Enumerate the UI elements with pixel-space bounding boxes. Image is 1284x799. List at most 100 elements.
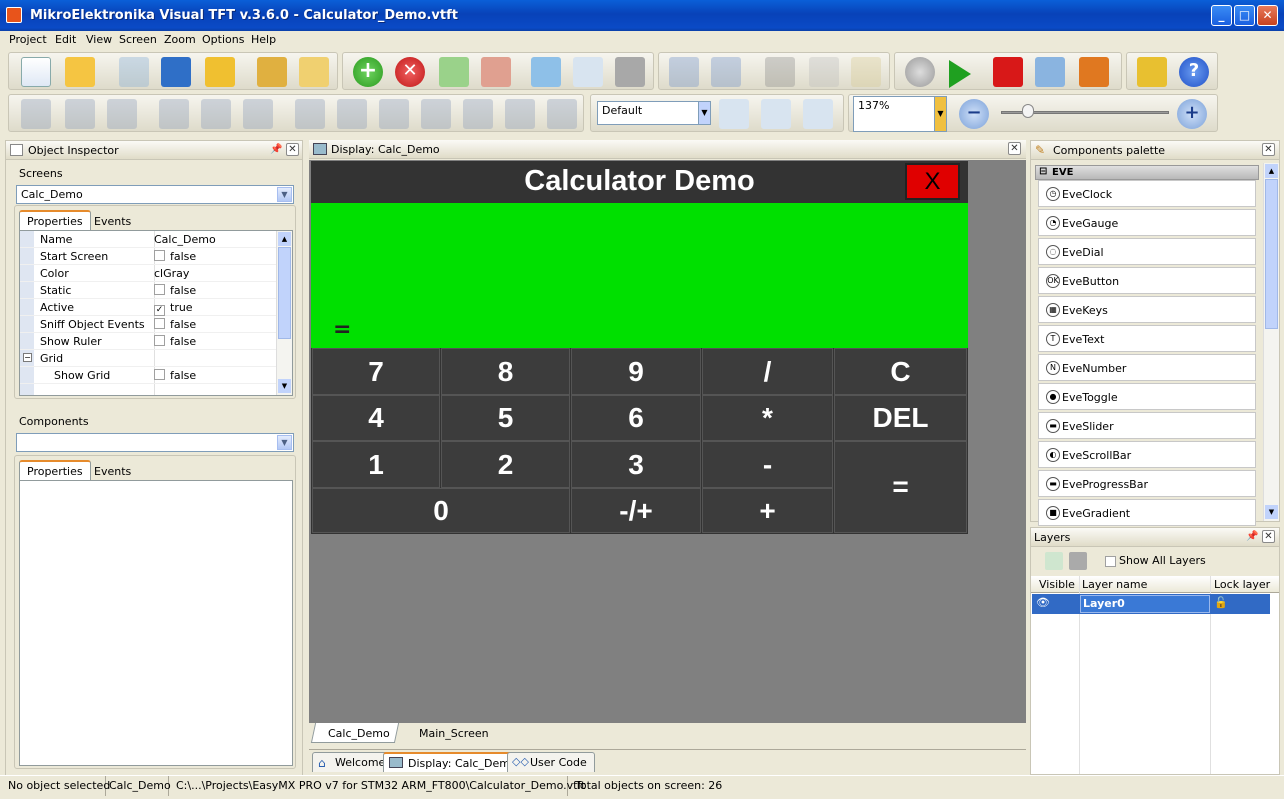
import-icon[interactable]	[257, 57, 287, 87]
align-center-icon[interactable]	[107, 99, 137, 129]
palette-item-evegauge[interactable]: ◔ EveGauge	[1038, 209, 1256, 236]
key-6[interactable]: 6	[571, 395, 701, 441]
project-settings-icon[interactable]	[1035, 57, 1065, 87]
menu-edit[interactable]: Edit	[55, 33, 76, 46]
tools-icon[interactable]	[1079, 57, 1109, 87]
key-2[interactable]: 2	[441, 441, 570, 488]
menu-zoom[interactable]: Zoom	[164, 33, 196, 46]
checkbox[interactable]	[154, 369, 165, 380]
same-size-icon[interactable]	[379, 99, 409, 129]
lock-icon[interactable]: 🔓	[1214, 596, 1228, 609]
chevron-down-icon[interactable]: ▼	[698, 102, 710, 124]
cut-icon[interactable]	[765, 57, 795, 87]
property-value[interactable]: false	[154, 250, 196, 263]
palette-item-evedial[interactable]: ◌ EveDial	[1038, 238, 1256, 265]
scroll-down-icon[interactable]: ▼	[1265, 505, 1278, 519]
delete-style-icon[interactable]	[803, 99, 833, 129]
scroll-thumb[interactable]	[278, 247, 291, 339]
eye-icon[interactable]: 👁	[1036, 596, 1050, 609]
image-icon[interactable]	[531, 57, 561, 87]
menu-options[interactable]: Options	[202, 33, 244, 46]
align-middle-icon[interactable]	[243, 99, 273, 129]
tab-properties[interactable]: Properties	[19, 210, 91, 230]
property-value[interactable]: clGray	[154, 267, 189, 280]
tab-events[interactable]: Events	[87, 212, 138, 232]
menu-view[interactable]: View	[86, 33, 112, 46]
screen-select[interactable]: Calc_Demo ▼	[16, 185, 294, 204]
style-select[interactable]: Default ▼	[597, 101, 711, 125]
palette-item-evekeys[interactable]: ▦ EveKeys	[1038, 296, 1256, 323]
key-5[interactable]: 5	[441, 395, 570, 441]
chevron-down-icon[interactable]: ▼	[934, 97, 946, 131]
collapse-icon[interactable]: ⊟	[1039, 166, 1047, 177]
maximize-button[interactable]: □	[1234, 5, 1255, 26]
key-4[interactable]: 4	[312, 395, 440, 441]
minimize-button[interactable]: _	[1211, 5, 1232, 26]
remove-screen-icon[interactable]: ✕	[395, 57, 425, 87]
align-left-icon[interactable]	[21, 99, 51, 129]
scroll-up-icon[interactable]: ▲	[1265, 164, 1278, 178]
save-all-icon[interactable]	[161, 57, 191, 87]
export-icon[interactable]	[299, 57, 329, 87]
close-project-icon[interactable]	[205, 57, 235, 87]
layer-row[interactable]: 👁 Layer0 🔓	[1032, 594, 1270, 614]
generate-code-icon[interactable]	[905, 57, 935, 87]
run-icon[interactable]	[949, 60, 971, 88]
property-value[interactable]: false	[154, 335, 196, 348]
key-divide[interactable]: /	[702, 348, 833, 395]
calc-title[interactable]: Calculator Demo	[311, 165, 968, 198]
palette-scrollbar[interactable]: ▲ ▼	[1263, 163, 1279, 521]
key-equals[interactable]: =	[834, 441, 967, 533]
tab-display[interactable]: Display: Calc_Demo	[383, 752, 525, 772]
space-horizontal-icon[interactable]	[421, 99, 451, 129]
align-top-icon[interactable]	[159, 99, 189, 129]
open-project-icon[interactable]	[65, 57, 95, 87]
key-delete[interactable]: DEL	[834, 395, 967, 441]
property-row-color[interactable]: Color clGray	[20, 265, 276, 282]
key-1[interactable]: 1	[312, 441, 440, 488]
palette-item-eveclock[interactable]: ◷ EveClock	[1038, 180, 1256, 207]
property-row-sniff-object-events[interactable]: Sniff Object Events false	[20, 316, 276, 333]
close-panel-button[interactable]: ✕	[286, 143, 299, 156]
chevron-down-icon[interactable]: ▼	[277, 187, 292, 202]
help-icon[interactable]: ?	[1179, 57, 1209, 87]
component-select[interactable]: ▼	[16, 433, 294, 452]
delete-layer-icon[interactable]	[1069, 552, 1087, 570]
key-0[interactable]: 0	[312, 488, 570, 533]
add-layer-icon[interactable]	[1045, 552, 1063, 570]
scroll-up-icon[interactable]: ▲	[278, 232, 291, 246]
checkbox[interactable]	[154, 318, 165, 329]
align-right-icon[interactable]	[65, 99, 95, 129]
new-project-icon[interactable]	[21, 57, 51, 87]
key-minus[interactable]: -	[702, 441, 833, 488]
space-vertical-icon[interactable]	[463, 99, 493, 129]
property-row-show-ruler[interactable]: Show Ruler false	[20, 333, 276, 350]
property-row-name[interactable]: Name Calc_Demo	[20, 231, 276, 248]
paste-icon[interactable]	[851, 57, 881, 87]
show-all-layers-checkbox[interactable]	[1105, 556, 1116, 567]
distribute-vertical-icon[interactable]	[337, 99, 367, 129]
property-row-show-grid[interactable]: Show Grid false	[20, 367, 276, 384]
tab-user-code[interactable]: ◇◇ User Code	[507, 752, 595, 772]
column-visible[interactable]: Visible	[1039, 578, 1075, 591]
save-icon[interactable]	[119, 57, 149, 87]
close-panel-button[interactable]: ✕	[1262, 143, 1275, 156]
tab-component-properties[interactable]: Properties	[19, 460, 91, 480]
pin-icon[interactable]: 📌	[1246, 530, 1259, 543]
pin-icon[interactable]: 📌	[270, 143, 283, 156]
checkbox[interactable]	[154, 250, 165, 261]
close-panel-button[interactable]: ✕	[1262, 530, 1275, 543]
add-screen-icon[interactable]: +	[353, 57, 383, 87]
menu-screen[interactable]: Screen	[119, 33, 157, 46]
palette-item-evescrollbar[interactable]: ◐ EveScrollBar	[1038, 441, 1256, 468]
redo-icon[interactable]	[711, 57, 741, 87]
next-screen-icon[interactable]	[481, 57, 511, 87]
property-value[interactable]: ✓ true	[154, 301, 193, 316]
property-value[interactable]: false	[154, 318, 196, 331]
checkbox[interactable]	[154, 335, 165, 346]
distribute-horizontal-icon[interactable]	[295, 99, 325, 129]
checkbox[interactable]	[154, 284, 165, 295]
zoom-in-icon[interactable]: +	[1177, 99, 1207, 129]
checkbox-checked[interactable]: ✓	[154, 305, 165, 316]
key-8[interactable]: 8	[441, 348, 570, 395]
